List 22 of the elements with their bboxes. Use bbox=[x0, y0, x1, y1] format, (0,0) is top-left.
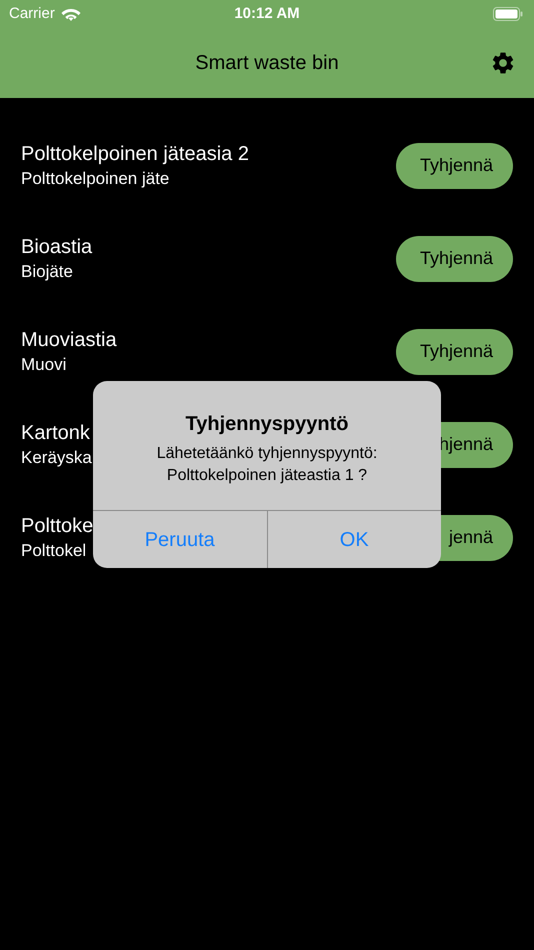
alert-message: Polttokelpoinen jäteastia 1 ? bbox=[166, 466, 368, 486]
bin-type: Polttokelpoinen jäte bbox=[21, 169, 170, 189]
bin-name: Bioastia bbox=[21, 235, 92, 259]
bin-name: Polttoke bbox=[21, 514, 94, 538]
alert-title: Tyhjennyspyyntö bbox=[186, 412, 348, 437]
bin-name: Polttokelpoinen jäteasia 2 bbox=[21, 142, 249, 166]
empty-button[interactable]: Tyhjennä bbox=[396, 328, 513, 374]
bin-name: Muoviastia bbox=[21, 328, 117, 352]
bin-type: Biojäte bbox=[21, 262, 74, 282]
bin-type: Keräyska bbox=[21, 448, 92, 468]
nav-title: Smart waste bin bbox=[195, 51, 339, 76]
bin-name: Kartonk bbox=[21, 421, 91, 445]
settings-icon[interactable] bbox=[490, 50, 516, 76]
wifi-icon bbox=[60, 6, 81, 22]
empty-button[interactable]: Tyhjennä bbox=[396, 142, 513, 188]
battery-icon bbox=[493, 7, 523, 21]
clock: 10:12 AM bbox=[234, 4, 300, 24]
bin-type: Muovi bbox=[21, 355, 68, 375]
empty-button[interactable]: Tyhjennä bbox=[396, 236, 513, 282]
carrier-label: Carrier bbox=[9, 4, 55, 24]
alert-message: Lähetetäänkö tyhjennyspyyntö: bbox=[156, 444, 378, 464]
bin-type: Polttokel bbox=[21, 541, 88, 561]
